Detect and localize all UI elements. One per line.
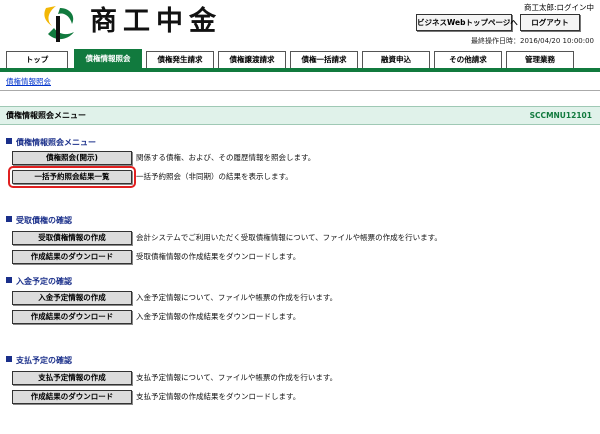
breadcrumb-link[interactable]: 債権情報照会 bbox=[6, 76, 51, 87]
claim-inquiry-disclosure-desc: 関係する債権、および、その履歴情報を照会します。 bbox=[136, 153, 316, 162]
download-payment-schedule-desc: 支払予定情報の作成結果をダウンロードします。 bbox=[136, 392, 301, 401]
download-received-claims-desc: 受取債権情報の作成結果をダウンロードします。 bbox=[136, 252, 301, 261]
tab-claim-transfer[interactable]: 債権譲渡請求 bbox=[218, 51, 286, 68]
download-payment-schedule-button[interactable]: 作成結果のダウンロード bbox=[12, 390, 132, 404]
section-heading-received-claims: 受取債権の確認 bbox=[6, 215, 72, 226]
last-operation-time: 最終操作日時：2016/04/20 10:00:00 bbox=[470, 37, 594, 45]
download-deposit-schedule-desc: 入金予定情報の作成結果をダウンロードします。 bbox=[136, 312, 301, 321]
bulk-reservation-results-desc: 一括予約照会（非同期）の結果を表示します。 bbox=[136, 172, 293, 181]
section-heading-deposit-schedule: 入金予定の確認 bbox=[6, 276, 72, 287]
tab-top[interactable]: トップ bbox=[6, 51, 68, 68]
user-status: 商工太郎:ログイン中 bbox=[523, 3, 594, 12]
create-deposit-schedule-button[interactable]: 入金予定情報の作成 bbox=[12, 291, 132, 305]
download-deposit-schedule-button[interactable]: 作成結果のダウンロード bbox=[12, 310, 132, 324]
logo-text: 商工中金 bbox=[90, 6, 222, 37]
page-title-bar: 債権情報照会メニュー SCCMNU12101 bbox=[0, 106, 600, 125]
square-bullet-icon bbox=[6, 216, 12, 222]
square-bullet-icon bbox=[6, 277, 12, 283]
section-heading-claim-inquiry: 債権情報照会メニュー bbox=[6, 137, 96, 148]
create-received-claims-desc: 会計システムでご利用いただく受取債権情報について、ファイルや帳票の作成を行います… bbox=[136, 233, 442, 242]
tab-claim-bulk[interactable]: 債権一括請求 bbox=[290, 51, 358, 68]
download-received-claims-button[interactable]: 作成結果のダウンロード bbox=[12, 250, 132, 264]
square-bullet-icon bbox=[6, 138, 12, 144]
tab-management[interactable]: 管理業務 bbox=[506, 51, 574, 68]
bulk-reservation-results-button[interactable]: 一括予約照会結果一覧 bbox=[8, 166, 136, 188]
main-tabs: トップ 債権情報照会 債権発生請求 債権譲渡請求 債権一括請求 融資申込 その他… bbox=[0, 48, 600, 72]
create-received-claims-button[interactable]: 受取債権情報の作成 bbox=[12, 231, 132, 245]
create-payment-schedule-button[interactable]: 支払予定情報の作成 bbox=[12, 371, 132, 385]
header: 商工中金 商工太郎:ログイン中 ビジネスWebトップページへ ログアウト 最終操… bbox=[0, 0, 600, 48]
shokochukin-logo-icon bbox=[44, 6, 74, 42]
claim-inquiry-disclosure-button[interactable]: 債権照会(開示) bbox=[12, 151, 132, 165]
create-payment-schedule-desc: 支払予定情報について、ファイルや帳票の作成を行います。 bbox=[136, 373, 338, 382]
tab-loan-application[interactable]: 融資申込 bbox=[362, 51, 430, 68]
tab-claim-issue[interactable]: 債権発生請求 bbox=[146, 51, 214, 68]
business-web-top-button[interactable]: ビジネスWebトップページへ bbox=[416, 14, 518, 31]
section-heading-payment-schedule: 支払予定の確認 bbox=[6, 355, 72, 366]
page-title: 債権情報照会メニュー bbox=[6, 111, 86, 120]
tab-claim-inquiry[interactable]: 債権情報照会 bbox=[74, 49, 142, 68]
screen-code: SCCMNU12101 bbox=[529, 111, 592, 120]
square-bullet-icon bbox=[6, 356, 12, 362]
tab-other-requests[interactable]: その他請求 bbox=[434, 51, 502, 68]
divider bbox=[0, 90, 600, 91]
create-deposit-schedule-desc: 入金予定情報について、ファイルや帳票の作成を行います。 bbox=[136, 293, 338, 302]
logout-button[interactable]: ログアウト bbox=[520, 14, 580, 31]
